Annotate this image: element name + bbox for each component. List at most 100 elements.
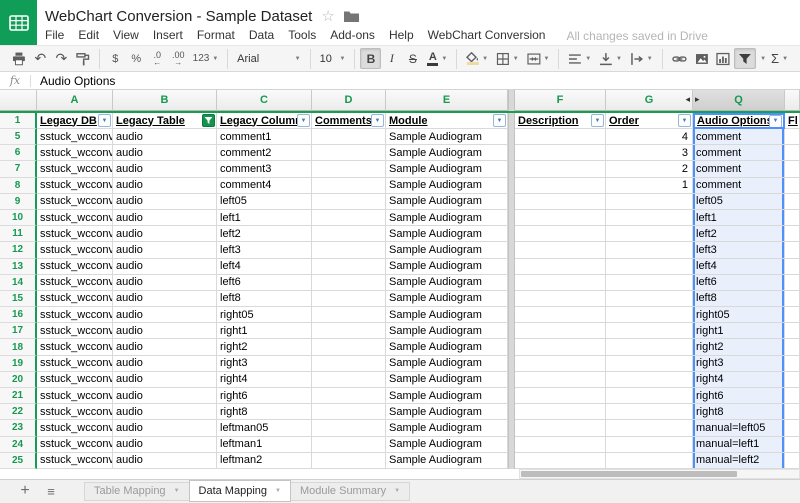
- hidden-columns-indicator-right[interactable]: ▸: [695, 94, 700, 105]
- cell-clipped20[interactable]: [785, 372, 800, 388]
- add-sheet-button[interactable]: +: [12, 480, 38, 502]
- cell-clipped22[interactable]: [785, 404, 800, 420]
- cell-C9[interactable]: left05: [217, 194, 312, 210]
- font-size-select[interactable]: 10▼: [316, 48, 350, 69]
- all-sheets-button[interactable]: ≡: [38, 480, 64, 502]
- cell-B21[interactable]: audio: [113, 388, 217, 404]
- cell-B13[interactable]: audio: [113, 259, 217, 275]
- horizontal-scrollbar-track[interactable]: [519, 469, 800, 479]
- menu-edit[interactable]: Edit: [71, 26, 106, 45]
- cell-D22[interactable]: [312, 404, 386, 420]
- row-header-15[interactable]: 15: [0, 291, 37, 307]
- star-icon[interactable]: ☆: [321, 9, 334, 24]
- cell-G20[interactable]: [606, 372, 693, 388]
- cell-F21[interactable]: [515, 388, 606, 404]
- cell-E8[interactable]: Sample Audiogram: [386, 178, 508, 194]
- cell-E10[interactable]: Sample Audiogram: [386, 210, 508, 226]
- cell-F5[interactable]: [515, 129, 606, 145]
- cell-E7[interactable]: Sample Audiogram: [386, 161, 508, 177]
- merge-cells-button[interactable]: ▼: [523, 48, 554, 69]
- print-button[interactable]: [8, 48, 30, 69]
- cell-B12[interactable]: audio: [113, 242, 217, 258]
- cell-G23[interactable]: [606, 420, 693, 436]
- insert-chart-button[interactable]: [712, 48, 734, 69]
- cell-A22[interactable]: sstuck_wcconv: [37, 404, 113, 420]
- cell-clipped24[interactable]: [785, 437, 800, 453]
- cell-B14[interactable]: audio: [113, 275, 217, 291]
- cell-clipped23[interactable]: [785, 420, 800, 436]
- row-header-20[interactable]: 20: [0, 372, 37, 388]
- cell-F25[interactable]: [515, 453, 606, 469]
- row-header-9[interactable]: 9: [0, 194, 37, 210]
- filter-button[interactable]: [734, 48, 756, 69]
- cell-C13[interactable]: left4: [217, 259, 312, 275]
- column-header-D[interactable]: D: [312, 90, 386, 111]
- cell-clipped19[interactable]: [785, 356, 800, 372]
- cell-clipped13[interactable]: [785, 259, 800, 275]
- cell-G10[interactable]: [606, 210, 693, 226]
- cell-E18[interactable]: Sample Audiogram: [386, 339, 508, 355]
- cell-E25[interactable]: Sample Audiogram: [386, 453, 508, 469]
- cell-Q25[interactable]: manual=left2: [693, 453, 785, 469]
- horizontal-align-button[interactable]: ▼: [564, 48, 595, 69]
- menu-add-ons[interactable]: Add-ons: [323, 26, 382, 45]
- cell-Q11[interactable]: left2: [693, 226, 785, 242]
- cell-E19[interactable]: Sample Audiogram: [386, 356, 508, 372]
- cell-E11[interactable]: Sample Audiogram: [386, 226, 508, 242]
- cell-F18[interactable]: [515, 339, 606, 355]
- filter-dropdown-E[interactable]: ▼: [493, 114, 506, 127]
- cell-A14[interactable]: sstuck_wcconv: [37, 275, 113, 291]
- cell-B23[interactable]: audio: [113, 420, 217, 436]
- cell-G18[interactable]: [606, 339, 693, 355]
- cell-C10[interactable]: left1: [217, 210, 312, 226]
- font-family-select[interactable]: Arial▼: [233, 48, 304, 69]
- cell-F6[interactable]: [515, 145, 606, 161]
- cell-Q16[interactable]: right05: [693, 307, 785, 323]
- cell-Q15[interactable]: left8: [693, 291, 785, 307]
- functions-button[interactable]: Σ▼: [767, 48, 792, 69]
- cell-B10[interactable]: audio: [113, 210, 217, 226]
- cell-Q12[interactable]: left3: [693, 242, 785, 258]
- cell-clipped1[interactable]: Fl: [785, 113, 800, 129]
- cell-Q10[interactable]: left1: [693, 210, 785, 226]
- horizontal-scrollbar-thumb[interactable]: [521, 471, 737, 477]
- cell-C8[interactable]: comment4: [217, 178, 312, 194]
- cell-Q14[interactable]: left6: [693, 275, 785, 291]
- row-header-18[interactable]: 18: [0, 339, 37, 355]
- cell-D21[interactable]: [312, 388, 386, 404]
- menu-webchart-conversion[interactable]: WebChart Conversion: [421, 26, 553, 45]
- column-header-G[interactable]: G◂: [606, 90, 693, 111]
- row-header-8[interactable]: 8: [0, 178, 37, 194]
- cell-D13[interactable]: [312, 259, 386, 275]
- cell-Q20[interactable]: right4: [693, 372, 785, 388]
- row-header-7[interactable]: 7: [0, 161, 37, 177]
- cell-C25[interactable]: leftman2: [217, 453, 312, 469]
- cell-G14[interactable]: [606, 275, 693, 291]
- cell-clipped15[interactable]: [785, 291, 800, 307]
- row-header-5[interactable]: 5: [0, 129, 37, 145]
- cell-F19[interactable]: [515, 356, 606, 372]
- cell-G25[interactable]: [606, 453, 693, 469]
- borders-button[interactable]: ▼: [492, 48, 523, 69]
- cell-Q1[interactable]: Audio Options▼: [693, 113, 785, 129]
- cell-G5[interactable]: 4: [606, 129, 693, 145]
- cell-E12[interactable]: Sample Audiogram: [386, 242, 508, 258]
- cell-B16[interactable]: audio: [113, 307, 217, 323]
- cell-D5[interactable]: [312, 129, 386, 145]
- row-header-22[interactable]: 22: [0, 404, 37, 420]
- cell-F9[interactable]: [515, 194, 606, 210]
- row-header-14[interactable]: 14: [0, 275, 37, 291]
- cell-B5[interactable]: audio: [113, 129, 217, 145]
- cell-C7[interactable]: comment3: [217, 161, 312, 177]
- cell-Q23[interactable]: manual=left05: [693, 420, 785, 436]
- cell-G1[interactable]: Order▼: [606, 113, 693, 129]
- cell-D23[interactable]: [312, 420, 386, 436]
- cell-Q17[interactable]: right1: [693, 323, 785, 339]
- filter-active-B[interactable]: [202, 114, 215, 127]
- cell-C19[interactable]: right3: [217, 356, 312, 372]
- document-title[interactable]: WebChart Conversion - Sample Dataset: [45, 8, 312, 25]
- cell-A18[interactable]: sstuck_wcconv: [37, 339, 113, 355]
- undo-button[interactable]: ↶: [30, 48, 51, 69]
- cell-D15[interactable]: [312, 291, 386, 307]
- redo-button[interactable]: ↷: [51, 48, 72, 69]
